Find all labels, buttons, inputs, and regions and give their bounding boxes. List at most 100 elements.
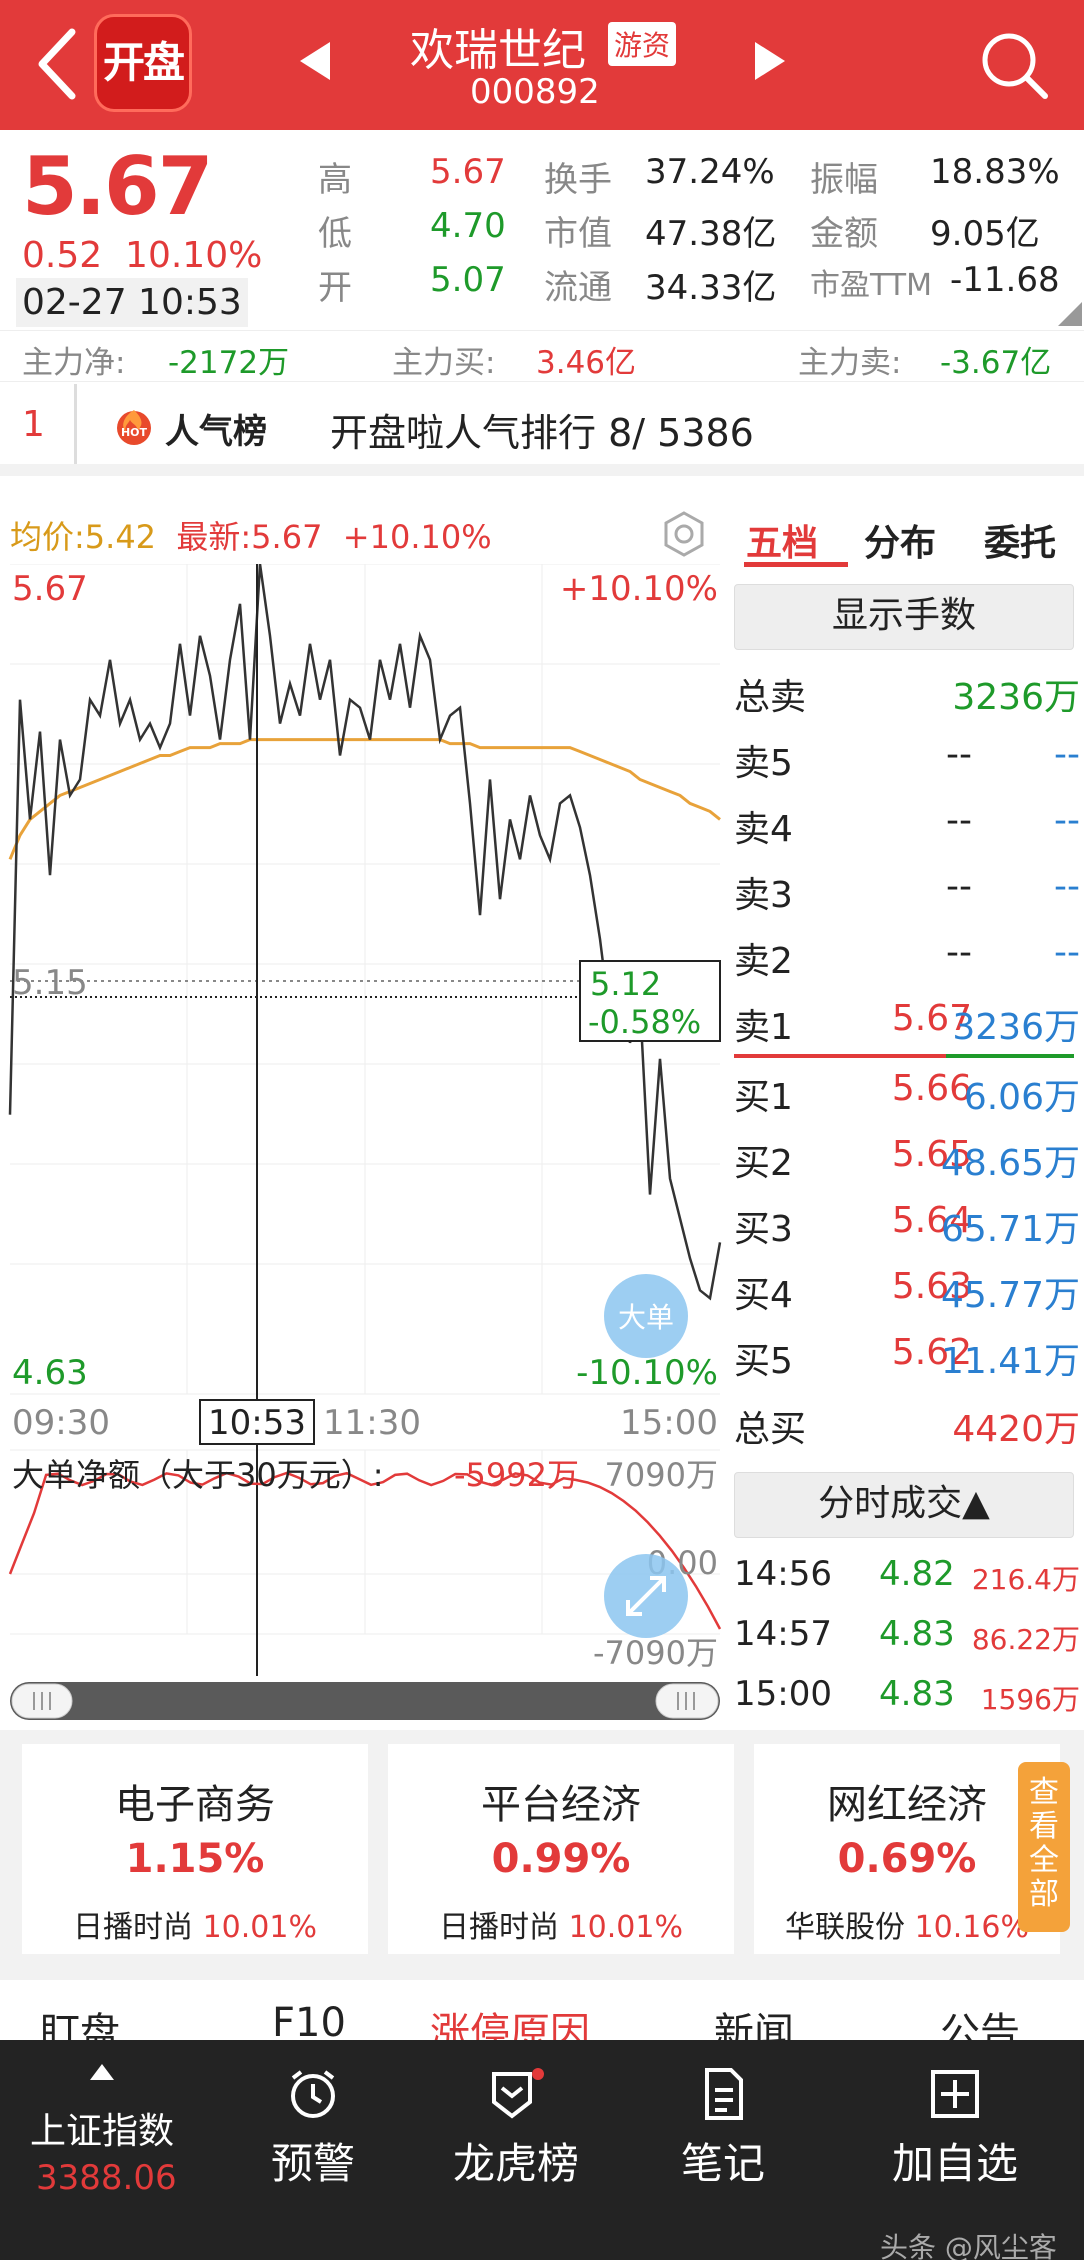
big-order-bubble[interactable]: 大单 (604, 1274, 688, 1358)
capital-flow-bar: 主力净: -2172万 主力买: 3.46亿 主力卖: -3.67亿 (0, 330, 1084, 382)
alert-button[interactable]: 预警 (258, 2066, 368, 2191)
pct-axis-bottom: -10.10% (576, 1353, 718, 1393)
cursor-pct: -0.58% (588, 1003, 701, 1041)
bid-label: 买5 (734, 1341, 793, 1382)
cursor-time: 10:53 (208, 1403, 306, 1443)
sector-leader: 华联股份 10.16% (754, 1902, 1060, 1946)
tick-time: 14:56 (734, 1554, 832, 1594)
main-sell-label: 主力卖: (798, 345, 902, 381)
intraday-price-chart[interactable]: 5.67 5.15 4.63 +10.10% -10.10% 5.12 -0.5… (0, 564, 725, 1734)
dragon-tiger-label: 龙虎榜 (452, 2139, 579, 2188)
ask-row: 卖5 -- -- (734, 726, 1080, 786)
show-lots-button[interactable]: 显示手数 (734, 584, 1074, 650)
index-ticker[interactable]: 上证指数 3388.06 (0, 2040, 210, 2260)
notes-button[interactable]: 笔记 (668, 2066, 778, 2191)
big-order-label: 大单 (618, 1301, 674, 1334)
sub-chart-title: 大单净额（大于30万元）: (12, 1456, 384, 1494)
stock-name: 欢瑞世纪 (410, 25, 586, 76)
bid-volume: 45.77万 (940, 1275, 1080, 1316)
watermark: 头条 @风尘客 (880, 2231, 1057, 2260)
zoom-scrollbar[interactable] (10, 1682, 720, 1720)
ask-row: 卖4 -- -- (734, 792, 1080, 852)
bid-volume: 6.06万 (963, 1077, 1080, 1118)
open-value: 5.07 (430, 260, 506, 300)
bid-label: 买2 (734, 1143, 793, 1184)
back-arrow-icon[interactable] (28, 24, 88, 104)
bid-row: 买4 5.63 45.77万 (734, 1258, 1080, 1318)
dragon-tiger-button[interactable]: 龙虎榜 (446, 2066, 586, 2191)
bid-volume: 11.41万 (940, 1341, 1080, 1382)
popularity-row[interactable]: 1 HOT 人气榜 开盘啦人气排行 8/ 5386 (0, 380, 1084, 476)
view-all-button[interactable]: 查看全部 (1018, 1762, 1070, 1932)
ask-price: -- (946, 800, 972, 841)
stock-code: 000892 (470, 72, 600, 112)
ask-volume: -- (1054, 932, 1080, 973)
expand-chart-button[interactable] (604, 1554, 688, 1638)
low-value: 4.70 (430, 206, 506, 246)
time-label-midday: 11:30 (323, 1403, 421, 1443)
add-watchlist-label: 加自选 (891, 2139, 1018, 2188)
main-net-value: -2172万 (168, 345, 290, 381)
settings-gear-icon[interactable] (660, 510, 708, 558)
index-name: 上证指数 (30, 2111, 175, 2152)
tab-limit-up-reason[interactable]: 涨停原因 (430, 2000, 590, 2040)
tab-distribution[interactable]: 分布 (864, 514, 936, 566)
index-value: 3388.06 (36, 2158, 177, 2198)
tab-announcements[interactable]: 公告 (940, 2000, 1020, 2040)
main-net-label: 主力净: (22, 345, 126, 381)
ask-volume: 3236万 (952, 1007, 1080, 1048)
sector-percent: 0.69% (837, 1836, 977, 1882)
crosshair-price-tag: 5.12 -0.58% (579, 960, 721, 1042)
tick-trade-row: 15:00 4.83 1596万 (734, 1670, 1080, 1726)
add-watchlist-button[interactable]: 加自选 (880, 2066, 1030, 2191)
bid-row: 买5 5.62 11.41万 (734, 1324, 1080, 1384)
ask-volume: -- (1054, 800, 1080, 841)
prev-stock-icon[interactable] (290, 36, 340, 86)
tick-price: 4.83 (879, 1674, 955, 1714)
float-label: 流通 (544, 268, 612, 308)
change-value: 0.52 (22, 235, 103, 276)
sub-chart-value: -5992万 (454, 1456, 579, 1494)
sector-leader-name: 华联股份 (785, 1910, 906, 1945)
ask-label: 卖2 (734, 941, 793, 982)
notes-label: 笔记 (680, 2139, 765, 2188)
ask-label: 卖3 (734, 875, 793, 916)
bid-price: 5.66 (891, 1068, 972, 1109)
stock-tag: 游资 (608, 22, 677, 66)
time-label-open: 09:30 (12, 1403, 110, 1443)
sector-leader: 日播时尚 10.01% (388, 1902, 734, 1946)
float-value: 34.33亿 (645, 268, 777, 308)
next-stock-icon[interactable] (745, 36, 795, 86)
corner-expand-icon[interactable] (1058, 302, 1082, 326)
sector-name: 电子商务 (115, 1782, 275, 1828)
ask-label: 卖4 (734, 809, 793, 850)
sector-card[interactable]: 电子商务 1.15% 日播时尚 10.01% (22, 1744, 368, 1954)
tab-orders[interactable]: 委托 (984, 514, 1056, 566)
tick-trades-button[interactable]: 分时成交▲ (734, 1472, 1074, 1538)
high-value: 5.67 (430, 152, 506, 192)
avg-price-label: 均价:5.42 (10, 518, 157, 556)
alert-label: 预警 (270, 2139, 355, 2188)
total-sell-row: 总卖 3236万 (734, 660, 1080, 720)
sector-cards: 电子商务 1.15% 日播时尚 10.01% 平台经济 0.99% 日播时尚 10.01%… (0, 1730, 1084, 1970)
main-buy-value: 3.46亿 (536, 345, 637, 381)
ask-volume: -- (1054, 866, 1080, 907)
search-icon[interactable] (975, 26, 1055, 106)
quote-datetime: 02-27 10:53 (16, 278, 248, 327)
current-price: 5.67 (22, 140, 213, 233)
tab-f10[interactable]: F10 (272, 2000, 346, 2040)
sector-card[interactable]: 网红经济 0.69% 华联股份 10.16% (754, 1744, 1060, 1954)
amount-value: 9.05亿 (930, 214, 1040, 254)
total-sell-value: 3236万 (952, 677, 1080, 718)
tab-news[interactable]: 新闻 (714, 2000, 794, 2040)
cursor-price: 5.12 (590, 965, 661, 1003)
tab-five-levels[interactable]: 五档 (746, 514, 818, 566)
header-bar: 开盘 欢瑞世纪 游资 000892 (0, 0, 1084, 130)
turnover-label: 换手 (544, 160, 612, 200)
active-tab-underline (744, 562, 848, 567)
app-logo[interactable]: 开盘 (94, 14, 192, 112)
bid-row: 买1 5.66 6.06万 (734, 1060, 1080, 1120)
sector-card[interactable]: 平台经济 0.99% 日播时尚 10.01% (388, 1744, 734, 1954)
ask-price: -- (946, 932, 972, 973)
tab-watch[interactable]: 盯盘 (40, 2000, 120, 2040)
